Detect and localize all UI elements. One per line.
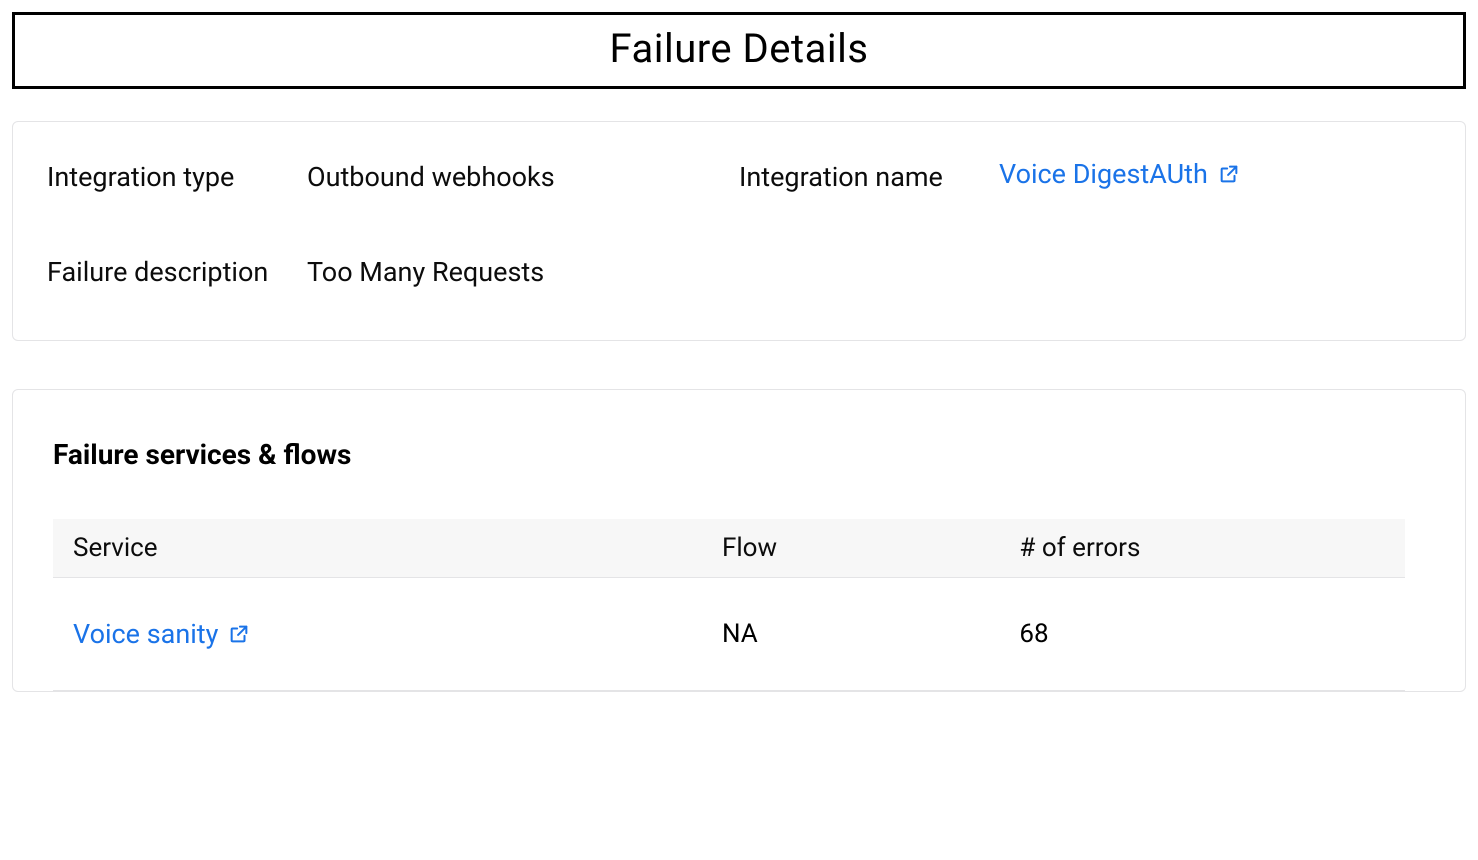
failure-services-card: Failure services & flows Service Flow # … — [12, 389, 1466, 692]
table-row: Voice sanity NA 68 — [53, 578, 1405, 691]
failure-description-value: Too Many Requests — [307, 253, 739, 292]
integration-type-value: Outbound webhooks — [307, 158, 739, 197]
failure-details-card: Integration type Outbound webhooks Integ… — [12, 121, 1466, 341]
integration-name-label: Integration name — [739, 158, 999, 197]
details-grid: Integration type Outbound webhooks Integ… — [47, 158, 1431, 292]
table-header-row: Service Flow # of errors — [53, 519, 1405, 578]
service-name-text: Voice sanity — [73, 618, 218, 650]
services-section-title: Failure services & flows — [53, 438, 1425, 471]
page-title: Failure Details — [15, 25, 1463, 72]
column-header-service: Service — [53, 519, 702, 578]
external-link-icon — [1218, 163, 1240, 185]
integration-name-text: Voice DigestAUth — [999, 158, 1208, 190]
column-header-flow: Flow — [702, 519, 999, 578]
column-header-errors: # of errors — [999, 519, 1405, 578]
external-link-icon — [228, 623, 250, 645]
page-title-bar: Failure Details — [12, 12, 1466, 89]
integration-name-link[interactable]: Voice DigestAUth — [999, 158, 1240, 190]
integration-type-label: Integration type — [47, 158, 307, 197]
failure-description-label: Failure description — [47, 253, 307, 292]
service-link[interactable]: Voice sanity — [73, 618, 250, 650]
flow-cell: NA — [702, 578, 999, 691]
services-table: Service Flow # of errors Voice sanity — [53, 519, 1405, 691]
errors-cell: 68 — [999, 578, 1405, 691]
